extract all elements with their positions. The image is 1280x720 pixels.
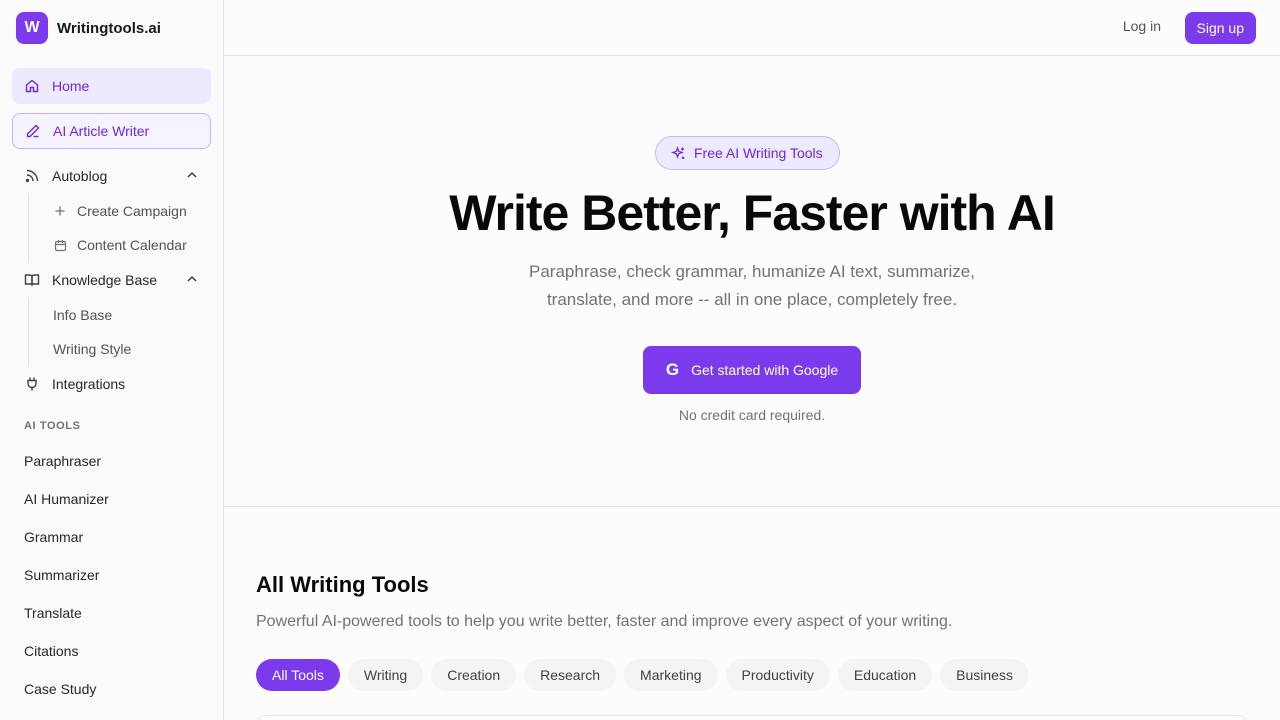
sidebar-item-label: Content Calendar [77, 237, 187, 253]
filter-chip-productivity[interactable]: Productivity [725, 659, 830, 691]
sidebar-item-label: Info Base [53, 307, 113, 323]
cta-label: Get started with Google [691, 362, 839, 378]
chevron-up-icon[interactable] [185, 168, 199, 185]
sidebar-item-citations[interactable]: Citations [12, 632, 211, 670]
tools-section-description: Powerful AI-powered tools to help you wr… [256, 613, 953, 630]
sidebar-nav: Home AI Article Writer Autoblog Create C… [0, 56, 223, 708]
tool-card-edge [256, 715, 1248, 720]
sidebar-item-summarizer[interactable]: Summarizer [12, 556, 211, 594]
tools-section-title: All Writing Tools [256, 572, 429, 597]
sidebar-item-ai-article-writer[interactable]: AI Article Writer [12, 113, 211, 149]
brand[interactable]: W Writingtools.ai [0, 0, 223, 56]
knowledge-base-submenu: Info Base Writing Style [28, 298, 211, 366]
rss-icon [24, 168, 40, 184]
sidebar-item-label: Writing Style [53, 341, 132, 357]
autoblog-submenu: Create Campaign Content Calendar [28, 194, 211, 262]
book-open-icon [24, 272, 40, 288]
sparkles-icon [671, 145, 686, 161]
hero-section: Free AI Writing Tools Write Better, Fast… [224, 56, 1280, 507]
sidebar-item-grammar[interactable]: Grammar [12, 518, 211, 556]
hero-subtitle: Paraphrase, check grammar, humanize AI t… [529, 262, 975, 309]
filter-chip-research[interactable]: Research [524, 659, 617, 691]
chevron-up-icon[interactable] [185, 272, 199, 289]
sidebar-item-knowledge-base[interactable]: Knowledge Base [12, 262, 211, 298]
free-tools-badge: Free AI Writing Tools [655, 136, 840, 170]
google-icon: G [665, 360, 680, 379]
plus-icon [53, 204, 67, 218]
sidebar-item-label: Integrations [52, 376, 126, 392]
plug-icon [24, 376, 40, 392]
sidebar-item-info-base[interactable]: Info Base [29, 298, 211, 332]
filter-chip-creation[interactable]: Creation [431, 659, 517, 691]
login-link[interactable]: Log in [1123, 18, 1161, 34]
tool-filter-chips: All Tools Writing Creation Research Mark… [256, 659, 1037, 691]
filter-chip-writing[interactable]: Writing [347, 659, 424, 691]
calendar-icon [53, 238, 67, 252]
signup-button[interactable]: Sign up [1184, 12, 1256, 44]
sidebar-item-label: Autoblog [52, 168, 108, 184]
sidebar-item-content-calendar[interactable]: Content Calendar [29, 228, 211, 262]
sidebar-item-integrations[interactable]: Integrations [12, 366, 211, 402]
google-signup-button[interactable]: G Get started with Google [643, 346, 861, 394]
pencil-icon [25, 123, 41, 139]
sidebar-item-case-study[interactable]: Case Study [12, 670, 211, 708]
home-icon [24, 78, 40, 94]
sidebar-item-label: AI Article Writer [53, 123, 150, 139]
no-credit-card-note: No credit card required. [678, 407, 826, 423]
sidebar-item-home[interactable]: Home [12, 68, 211, 104]
filter-chip-education[interactable]: Education [837, 659, 933, 691]
sidebar-item-label: Create Campaign [77, 203, 187, 219]
sidebar-item-create-campaign[interactable]: Create Campaign [29, 194, 211, 228]
sidebar-item-label: Home [52, 78, 90, 94]
badge-label: Free AI Writing Tools [694, 145, 823, 161]
sidebar-item-label: Knowledge Base [52, 272, 158, 288]
sidebar-item-paraphraser[interactable]: Paraphraser [12, 442, 211, 480]
sidebar-item-writing-style[interactable]: Writing Style [29, 332, 211, 366]
filter-chip-all-tools[interactable]: All Tools [256, 659, 340, 691]
hero-title: Write Better, Faster with AI [449, 185, 1055, 241]
filter-chip-business[interactable]: Business [940, 659, 1029, 691]
sidebar-item-translate[interactable]: Translate [12, 594, 211, 632]
brand-logo: W [16, 12, 48, 44]
sidebar-item-autoblog[interactable]: Autoblog [12, 158, 211, 194]
sidebar-item-ai-humanizer[interactable]: AI Humanizer [12, 480, 211, 518]
top-header: Log in Sign up [224, 0, 1280, 56]
filter-chip-marketing[interactable]: Marketing [624, 659, 718, 691]
brand-name: Writingtools.ai [57, 19, 161, 37]
ai-tools-section-label: AI TOOLS [24, 420, 81, 432]
sidebar: W Writingtools.ai Home AI Article Writer… [0, 0, 224, 720]
